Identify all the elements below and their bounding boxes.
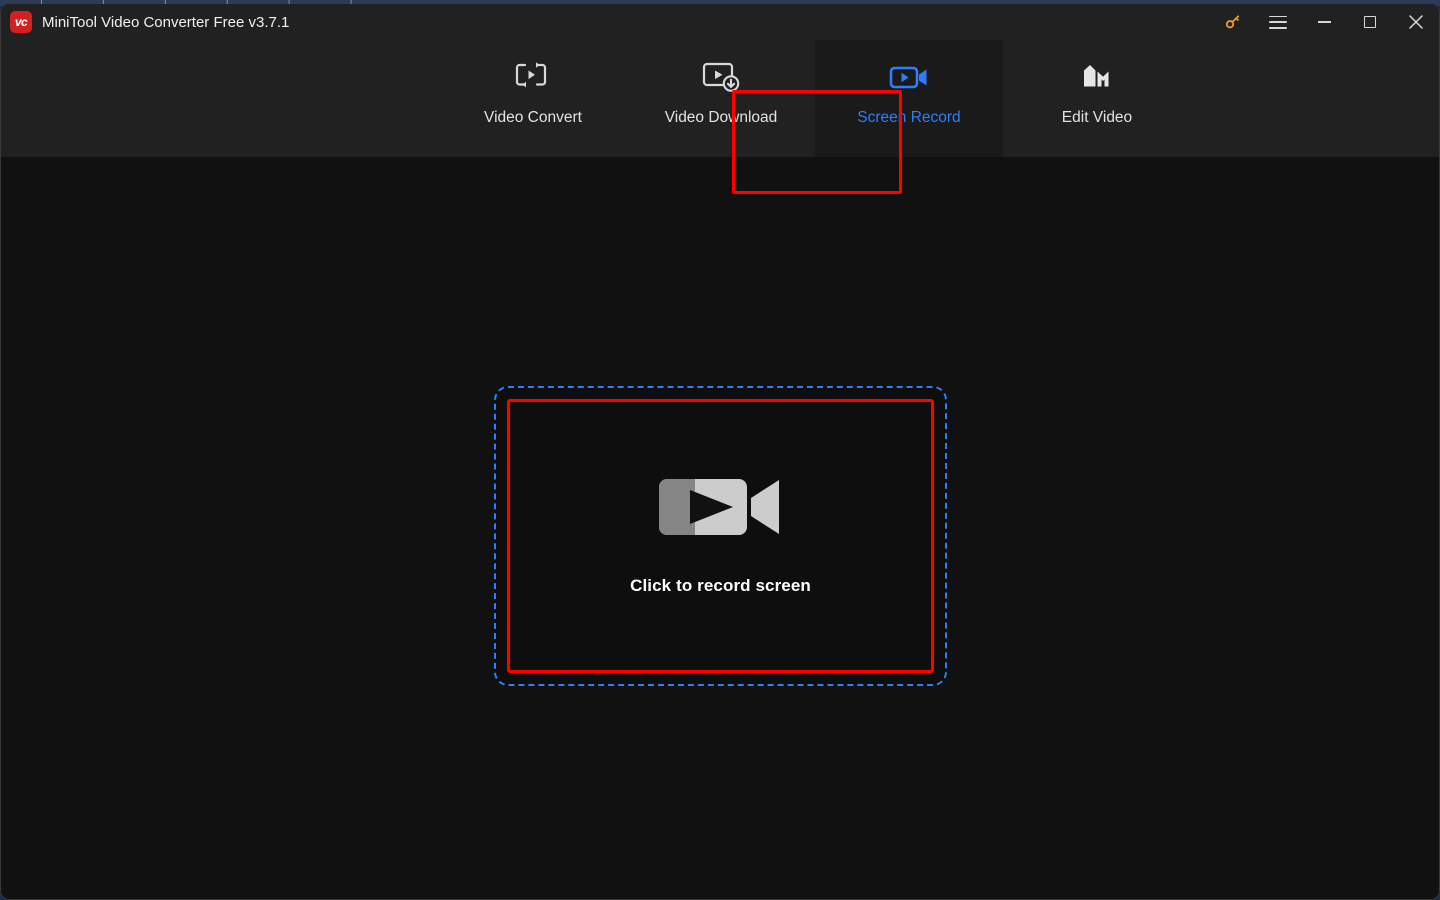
tab-video-download-label: Video Download — [664, 109, 778, 126]
record-dropzone-clickarea[interactable]: Click to record screen — [508, 400, 933, 672]
tab-edit-video-label: Edit Video — [1061, 109, 1133, 126]
key-icon — [1225, 15, 1240, 29]
tab-video-convert-label: Video Convert — [484, 109, 582, 126]
record-dropzone[interactable]: Click to record screen — [494, 386, 947, 686]
main-stage: Click to record screen — [1, 157, 1439, 899]
tab-screen-record[interactable]: Screen Record — [815, 40, 1003, 157]
screen-record-icon — [888, 57, 930, 99]
camcorder-icon — [657, 471, 785, 548]
menu-button[interactable] — [1255, 4, 1301, 40]
tab-video-convert[interactable]: Video Convert — [439, 40, 627, 157]
close-button[interactable] — [1393, 4, 1439, 40]
tab-screen-record-label: Screen Record — [857, 109, 961, 126]
main-navigation: Video Convert Video Download Screen Reco… — [1, 40, 1439, 194]
tab-edit-video[interactable]: Edit Video — [1003, 40, 1191, 157]
close-icon — [1409, 15, 1423, 29]
maximize-icon — [1364, 16, 1376, 28]
record-dropzone-label: Click to record screen — [630, 575, 811, 595]
edit-video-icon — [1078, 57, 1116, 99]
activate-key-button[interactable] — [1211, 4, 1255, 40]
window-title: MiniTool Video Converter Free v3.7.1 — [42, 13, 290, 31]
tab-video-download[interactable]: Video Download — [627, 40, 815, 157]
maximize-button[interactable] — [1347, 4, 1393, 40]
app-logo-text: vc — [14, 15, 28, 29]
video-download-icon — [700, 57, 742, 99]
minimize-button[interactable] — [1301, 4, 1347, 40]
record-dropzone-wrapper: Click to record screen — [494, 386, 947, 686]
app-window: vc MiniTool Video Converter Free v3.7.1 — [0, 4, 1440, 900]
hamburger-icon — [1269, 15, 1287, 29]
app-logo-icon: vc — [10, 11, 32, 33]
video-convert-icon — [513, 57, 553, 99]
titlebar: vc MiniTool Video Converter Free v3.7.1 — [1, 4, 1439, 40]
minimize-icon — [1317, 21, 1331, 23]
